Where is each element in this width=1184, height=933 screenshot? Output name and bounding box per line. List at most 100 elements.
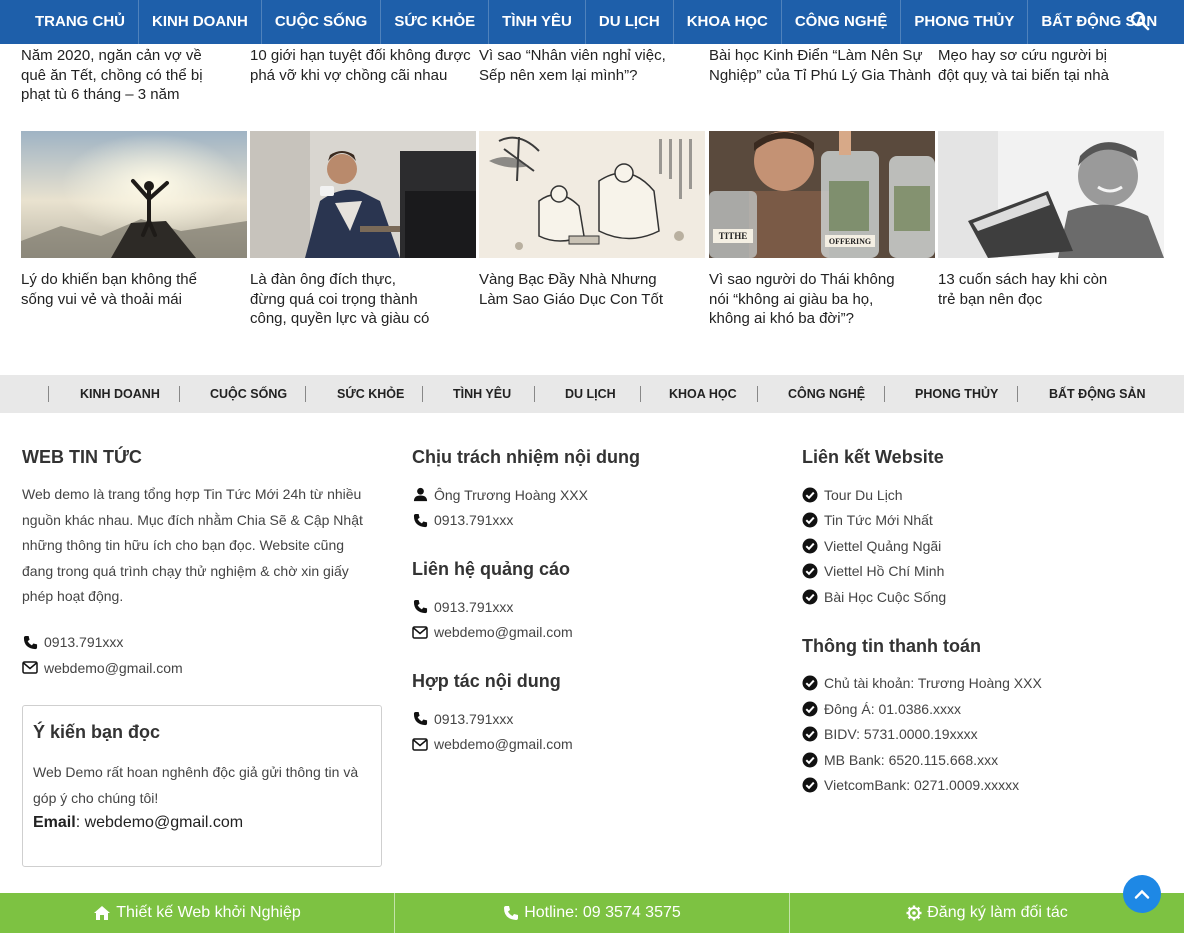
feedback-email: Email: webdemo@gmail.com bbox=[33, 814, 244, 831]
category-separator bbox=[422, 386, 423, 402]
nav-travel[interactable]: DU LỊCH bbox=[586, 0, 674, 44]
footer-responsible-person: Ông Trương Hoàng XXX bbox=[412, 482, 762, 508]
phone-icon bbox=[412, 512, 428, 528]
phone-icon bbox=[412, 599, 428, 615]
check-circle-icon bbox=[802, 752, 818, 768]
tithe-jar-label: TITHE bbox=[719, 231, 748, 241]
phone-text: 0913.791xxx bbox=[434, 710, 514, 727]
footer-link-item[interactable]: Viettel Hồ Chí Minh bbox=[802, 559, 1152, 585]
payment-item: MB Bank: 6520.115.668.xxx bbox=[802, 747, 1152, 773]
payment-text: VietcomBank: 0271.0009.xxxxx bbox=[824, 777, 1020, 794]
article-card: Năm 2020, ngăn cản vợ về quê ăn Tết, chồ… bbox=[21, 46, 247, 105]
nav-tech[interactable]: CÔNG NGHỆ bbox=[782, 0, 902, 44]
nav-science[interactable]: KHOA HỌC bbox=[674, 0, 782, 44]
phone-text: 0913.791xxx bbox=[44, 634, 124, 651]
category-love[interactable]: TÌNH YÊU bbox=[453, 375, 511, 413]
footer-link-item[interactable]: Viettel Quảng Ngãi bbox=[802, 533, 1152, 559]
feedback-box: Ý kiến bạn đọc Web Demo rất hoan nghênh … bbox=[22, 705, 382, 867]
article-thumbnail[interactable] bbox=[938, 131, 1164, 258]
nav-life[interactable]: CUỘC SỐNG bbox=[262, 0, 382, 44]
home-icon bbox=[94, 906, 111, 920]
search-icon[interactable] bbox=[1130, 11, 1152, 33]
category-business[interactable]: KINH DOANH bbox=[80, 375, 160, 413]
footer-link-label[interactable]: Tour Du Lịch bbox=[824, 487, 903, 503]
check-circle-icon bbox=[802, 563, 818, 579]
category-science[interactable]: KHOA HỌC bbox=[669, 375, 737, 413]
nav-health[interactable]: SỨC KHỎE bbox=[381, 0, 490, 44]
article-thumbnail[interactable] bbox=[479, 131, 705, 258]
nav-home[interactable]: TRANG CHỦ bbox=[22, 0, 139, 44]
payment-text: MB Bank: 6520.115.668.xxx bbox=[824, 751, 999, 768]
payment-text: Đông Á: 01.0386.xxxx bbox=[824, 700, 961, 717]
article-title[interactable]: Vì sao “Nhân viên nghỉ việc, Sếp nên xem… bbox=[479, 46, 679, 85]
article-title[interactable]: Là đàn ông đích thực, đừng quá coi trọng… bbox=[250, 270, 435, 329]
category-travel[interactable]: DU LỊCH bbox=[565, 375, 616, 413]
footer-link-item[interactable]: Tin Tức Mới Nhất bbox=[802, 508, 1152, 534]
email-text[interactable]: webdemo@gmail.com bbox=[434, 624, 573, 640]
article-card: 13 cuốn sách hay khi còn trẻ bạn nên đọc bbox=[938, 131, 1164, 309]
nav-business[interactable]: KINH DOANH bbox=[139, 0, 262, 44]
category-fengshui[interactable]: PHONG THỦY bbox=[915, 375, 998, 413]
article-title[interactable]: Vàng Bạc Đầy Nhà Nhưng Làm Sao Giáo Dục … bbox=[479, 270, 679, 309]
footer-about-title: WEB TIN TỨC bbox=[22, 447, 142, 467]
email-text[interactable]: webdemo@gmail.com bbox=[44, 660, 183, 676]
bottom-action-bar: Thiết kế Web khởi Nghiệp Hotline: 09 357… bbox=[0, 893, 1184, 933]
article-card: 10 giới hạn tuyệt đối không được phá vỡ … bbox=[250, 46, 476, 85]
footer-link-item[interactable]: Tour Du Lịch bbox=[802, 482, 1152, 508]
email-text[interactable]: webdemo@gmail.com bbox=[434, 736, 573, 752]
category-health[interactable]: SỨC KHỎE bbox=[337, 375, 404, 413]
feedback-email-label: Email bbox=[33, 814, 76, 831]
footer-cooperation-title: Hợp tác nội dung bbox=[412, 671, 561, 691]
article-title[interactable]: Lý do khiến bạn không thể sống vui vẻ và… bbox=[21, 270, 206, 309]
article-card: Lý do khiến bạn không thể sống vui vẻ và… bbox=[21, 131, 247, 309]
footer-links-title: Liên kết Website bbox=[802, 447, 944, 467]
article-title[interactable]: Vì sao người do Thái không nói “không ai… bbox=[709, 270, 909, 329]
feedback-email-value[interactable]: webdemo@gmail.com bbox=[85, 814, 244, 831]
web-design-button[interactable]: Thiết kế Web khởi Nghiệp bbox=[0, 893, 395, 933]
category-life[interactable]: CUỘC SỐNG bbox=[210, 375, 287, 413]
nav-love[interactable]: TÌNH YÊU bbox=[489, 0, 586, 44]
phone-icon bbox=[412, 711, 428, 727]
article-title[interactable]: Bài học Kinh Điển “Làm Nên Sự Nghiệp” củ… bbox=[709, 46, 933, 85]
main-nav: TRANG CHỦ KINH DOANH CUỘC SỐNG SỨC KHỎE … bbox=[0, 0, 1184, 44]
payment-item: BIDV: 5731.0000.19xxxx bbox=[802, 722, 1152, 748]
nav-fengshui[interactable]: PHONG THỦY bbox=[901, 0, 1029, 44]
footer-link-item[interactable]: Bài Học Cuộc Sống bbox=[802, 584, 1152, 610]
article-thumbnail[interactable] bbox=[250, 131, 476, 258]
phone-text: 0913.791xxx bbox=[434, 512, 514, 529]
envelope-icon bbox=[22, 660, 38, 676]
article-card: TITHE OFFERING Vì sao người do Thái khôn… bbox=[709, 131, 935, 329]
footer-link-label[interactable]: Viettel Hồ Chí Minh bbox=[824, 563, 944, 579]
footer-link-label[interactable]: Tin Tức Mới Nhất bbox=[824, 512, 933, 528]
category-separator bbox=[305, 386, 306, 402]
footer-links: Liên kết Website Tour Du Lịch Tin Tức Mớ… bbox=[802, 447, 1152, 798]
check-circle-icon bbox=[802, 701, 818, 717]
footer-link-label[interactable]: Viettel Quảng Ngãi bbox=[824, 538, 941, 554]
footer-about-phone: 0913.791xxx bbox=[22, 630, 372, 656]
category-tech[interactable]: CÔNG NGHỆ bbox=[788, 375, 865, 413]
check-circle-icon bbox=[802, 726, 818, 742]
article-title[interactable]: 13 cuốn sách hay khi còn trẻ bạn nên đọc bbox=[938, 270, 1118, 309]
article-thumbnail[interactable] bbox=[21, 131, 247, 258]
article-card: Vì sao “Nhân viên nghỉ việc, Sếp nên xem… bbox=[479, 46, 705, 85]
article-title[interactable]: Mẹo hay sơ cứu người bị đột quỵ và tai b… bbox=[938, 46, 1118, 85]
footer-cooperation-phone: 0913.791xxx bbox=[412, 706, 762, 732]
footer-ads-phone: 0913.791xxx bbox=[412, 594, 762, 620]
footer-link-label[interactable]: Bài Học Cuộc Sống bbox=[824, 589, 946, 605]
scroll-to-top-button[interactable] bbox=[1123, 875, 1161, 913]
phone-icon bbox=[22, 634, 38, 650]
footer-payment-title: Thông tin thanh toán bbox=[802, 635, 981, 656]
hotline-button[interactable]: Hotline: 09 3574 3575 bbox=[395, 893, 790, 933]
footer-ads-email: webdemo@gmail.com bbox=[412, 620, 762, 646]
article-title[interactable]: Năm 2020, ngăn cản vợ về quê ăn Tết, chồ… bbox=[21, 46, 206, 105]
category-separator bbox=[640, 386, 641, 402]
user-icon bbox=[412, 487, 428, 503]
category-separator bbox=[179, 386, 180, 402]
footer-about-email: webdemo@gmail.com bbox=[22, 655, 372, 681]
footer-payment-list: Chủ tài khoản: Trương Hoàng XXX Đông Á: … bbox=[802, 671, 1152, 799]
payment-item: VietcomBank: 0271.0009.xxxxx bbox=[802, 773, 1152, 799]
article-thumbnail[interactable]: TITHE OFFERING bbox=[709, 131, 935, 258]
category-realestate[interactable]: BẤT ĐỘNG SẢN bbox=[1049, 375, 1146, 413]
article-title[interactable]: 10 giới hạn tuyệt đối không được phá vỡ … bbox=[250, 46, 476, 85]
article-card: Mẹo hay sơ cứu người bị đột quỵ và tai b… bbox=[938, 46, 1164, 85]
